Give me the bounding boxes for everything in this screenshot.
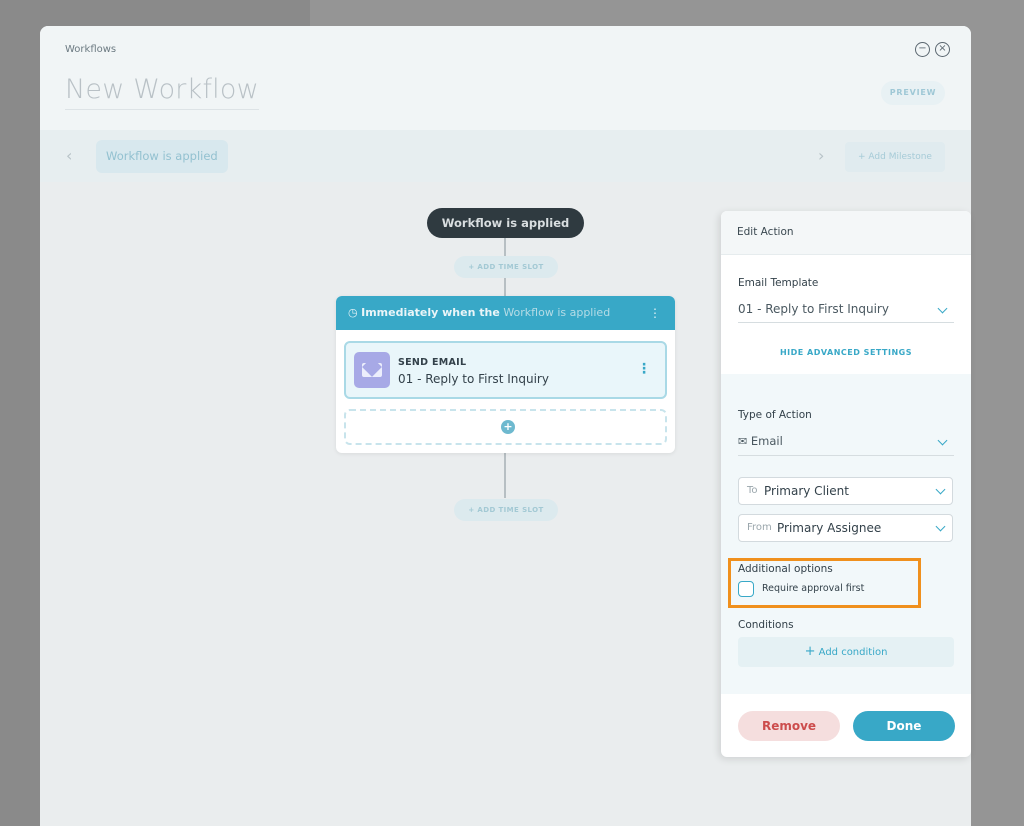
step-header[interactable]: ◷ Immediately when the Workflow is appli… (336, 296, 675, 330)
start-node[interactable]: Workflow is applied (427, 208, 584, 238)
chevron-down-icon[interactable] (937, 435, 948, 446)
type-of-action-label: Type of Action (738, 409, 812, 421)
edit-action-panel: Edit Action Email Template 01 - Reply to… (721, 211, 971, 757)
chevron-down-icon[interactable] (935, 484, 946, 495)
divider (738, 322, 954, 323)
from-value: Primary Assignee (777, 521, 882, 535)
chevron-down-icon[interactable] (937, 303, 948, 314)
to-value: Primary Client (764, 484, 849, 498)
close-circle-icon[interactable]: × (935, 42, 950, 57)
page-title[interactable]: New Workflow (65, 74, 259, 110)
type-of-action-select[interactable]: ✉ Email (738, 434, 783, 448)
hide-advanced-settings-link[interactable]: HIDE ADVANCED SETTINGS (721, 348, 971, 357)
breadcrumb[interactable]: Workflows (65, 44, 116, 55)
milestone-bar: ‹ Workflow is applied › + Add Milestone (40, 130, 971, 182)
remove-button[interactable]: Remove (738, 711, 840, 741)
preview-button[interactable]: PREVIEW (881, 81, 945, 105)
add-milestone-button[interactable]: + Add Milestone (845, 142, 945, 172)
divider (738, 455, 954, 456)
panel-title: Edit Action (737, 226, 794, 238)
connector-line (504, 278, 506, 296)
action-name: 01 - Reply to First Inquiry (398, 372, 549, 386)
step-card: ◷ Immediately when the Workflow is appli… (336, 296, 675, 453)
add-condition-button[interactable]: + Add condition (738, 637, 954, 667)
highlight-box (728, 558, 921, 608)
type-of-action-value: Email (750, 434, 783, 448)
email-template-label: Email Template (738, 277, 819, 289)
modal-header: Workflows New Workflow − × PREVIEW (40, 26, 971, 130)
step-menu-icon[interactable]: ⋮ (649, 296, 661, 330)
add-action-slot[interactable]: + (344, 409, 667, 445)
from-prefix: From (747, 522, 772, 533)
add-time-slot-button[interactable]: + ADD TIME SLOT (454, 499, 558, 521)
chevron-left-icon[interactable]: ‹ (66, 146, 72, 165)
email-template-select[interactable]: 01 - Reply to First Inquiry (738, 302, 889, 316)
done-button[interactable]: Done (853, 711, 955, 741)
action-menu-icon[interactable]: ⋮ (637, 361, 651, 377)
conditions-label: Conditions (738, 619, 794, 631)
chevron-right-icon[interactable]: › (818, 146, 824, 165)
add-time-slot-button[interactable]: + ADD TIME SLOT (454, 256, 558, 278)
add-condition-label: Add condition (818, 647, 888, 658)
minus-circle-icon[interactable]: − (915, 42, 930, 57)
step-header-rest: Workflow is applied (503, 306, 611, 319)
milestone-pill[interactable]: Workflow is applied (96, 140, 228, 173)
action-card[interactable]: SEND EMAIL 01 - Reply to First Inquiry ⋮ (344, 341, 667, 399)
mail-icon: ✉ (738, 435, 748, 448)
plus-circle-icon[interactable]: + (501, 420, 515, 434)
from-select[interactable]: From Primary Assignee (738, 514, 953, 542)
clock-icon: ◷ (348, 306, 358, 319)
action-type: SEND EMAIL (398, 357, 467, 368)
chevron-down-icon[interactable] (935, 521, 946, 532)
step-header-bold: Immediately when the (361, 306, 500, 319)
connector-line (504, 453, 506, 498)
panel-header: Edit Action (721, 211, 971, 255)
to-select[interactable]: To Primary Client (738, 477, 953, 505)
to-prefix: To (747, 485, 758, 496)
plus-icon: + (804, 644, 816, 659)
envelope-icon (354, 352, 390, 388)
